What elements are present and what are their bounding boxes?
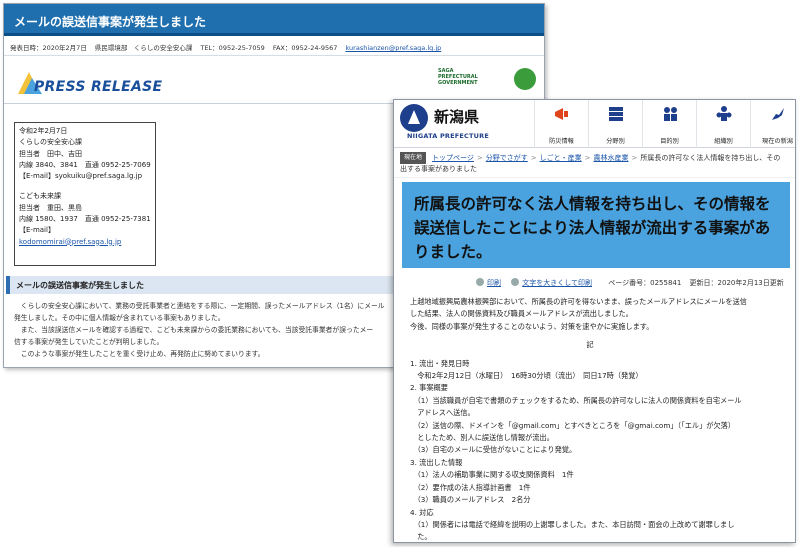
breadcrumb-top[interactable]: トップページ <box>432 154 474 162</box>
nav-item-now-niigata[interactable]: 現在の新潟 <box>750 100 795 148</box>
current-location-badge: 現在地 <box>400 152 427 164</box>
article-body: 上越地域振興局農林振興部において、所属長の許可を得ないまま、誤ったメールアドレス… <box>410 296 790 542</box>
nav-item-organization[interactable]: 組織別 <box>696 100 750 148</box>
niigata-logo-english: NIIGATA PREFECTURE <box>407 132 489 140</box>
list-line: アドレスへ送信。 <box>410 408 475 418</box>
article-title-line: りました。 <box>414 243 492 261</box>
contact-line: くらしの安全安心課 <box>19 138 82 147</box>
breadcrumb-work[interactable]: しごと・産業 <box>540 154 582 162</box>
ki-heading: 記 <box>586 340 594 350</box>
list-line: た。 <box>410 532 432 542</box>
map-icon <box>771 108 784 120</box>
contact-line: 内線 3840、3841 直通 0952-25-7069 <box>19 160 151 169</box>
print-link[interactable]: 印刷 <box>487 279 501 287</box>
niigata-logo-icon[interactable] <box>400 104 428 132</box>
contact-box: 令和2年2月7日 くらしの安全安心課 担当者 田中、吉田 内線 3840、384… <box>14 122 156 266</box>
breadcrumb: 現在地 トップページ > 分野でさがす > しごと・産業 > 農林水産業 > 所属長の許可なく法人… <box>394 148 795 178</box>
nav-item-disaster[interactable]: 防災情報 <box>534 100 588 148</box>
list-line: （2）要作成の法人指導計画書 1件 <box>410 482 531 492</box>
saga-release-email-link[interactable]: kurashianzen@pref.saga.lg.jp <box>345 44 441 52</box>
saga-release-dept: 県民環境部 くらしの安全安心課 <box>94 44 193 52</box>
megaphone-icon <box>554 108 568 120</box>
nav-label: 組織別 <box>714 138 733 145</box>
list-line: 令和2年2月12日（水曜日） 16時30分頃（流出） 同日17時（発覚） <box>410 371 643 381</box>
niigata-header: 新潟県 NIIGATA PREFECTURE 防災情報 分野別 目的別 組織別 … <box>394 100 795 148</box>
breadcrumb-separator: > <box>476 154 483 162</box>
niigata-article-window: 新潟県 NIIGATA PREFECTURE 防災情報 分野別 目的別 組織別 … <box>393 99 796 543</box>
nav-label: 現在の新潟 <box>762 138 793 145</box>
nav-label: 分野別 <box>606 138 625 145</box>
stack-icon <box>608 107 623 121</box>
saga-page-title: メールの誤送信事案が発生しました <box>4 4 544 36</box>
list-line: 2. 事案概要 <box>410 383 448 393</box>
global-nav: 防災情報 分野別 目的別 組織別 現在の新潟 <box>534 100 795 148</box>
article-tools: 印刷 文字を大きくして印刷 ページ番号：0255841 更新日：2020年2月1… <box>476 278 784 288</box>
updated-date: 更新日：2020年2月13日更新 <box>689 279 784 287</box>
niigata-logo-text[interactable]: 新潟県 <box>434 106 479 127</box>
nav-item-purpose[interactable]: 目的別 <box>642 100 696 148</box>
print-icon <box>476 278 484 286</box>
list-line: （3）職員のメールアドレス 2名分 <box>410 495 531 505</box>
article-title-line: 誤送信したことにより法人情報が流出する事案があ <box>414 219 771 237</box>
press-release-banner: PRESS RELEASE SAGA PREFECTURAL GOVERNMEN… <box>4 56 544 104</box>
breadcrumb-current-line1: 所属長の許可なく法人情報を持ち出し、その <box>640 154 781 162</box>
contact-line: 令和2年2月7日 <box>19 127 68 135</box>
nav-label: 防災情報 <box>549 138 574 145</box>
nav-item-category[interactable]: 分野別 <box>588 100 642 148</box>
large-print-link[interactable]: 文字を大きくして印刷 <box>522 279 592 287</box>
article-title-line: 所属長の許可なく法人情報を持ち出し、その情報を <box>414 195 771 213</box>
breadcrumb-separator: > <box>530 154 537 162</box>
nav-label: 目的別 <box>660 138 679 145</box>
org-icon <box>716 106 731 121</box>
list-line: としたため、別人に誤送信し情報が流出。 <box>410 433 554 443</box>
press-release-text: PRESS RELEASE <box>34 79 163 95</box>
list-line: （2）送信の際、ドメインを「@gmail.com」とすべきところを「@gmai.… <box>410 420 736 430</box>
content-line: した結果、法人の関係資料及び職員メールアドレスが流出しました。 <box>410 309 633 319</box>
article-title: 所属長の許可なく法人情報を持ち出し、その情報を 誤送信したことにより法人情報が流… <box>402 182 790 268</box>
saga-government-wordmark: SAGA PREFECTURAL GOVERNMENT <box>438 68 508 86</box>
breadcrumb-separator: > <box>631 154 638 162</box>
breadcrumb-current-line2: 出する事案がありました <box>400 165 477 173</box>
list-line: 4. 対応 <box>410 507 434 517</box>
breadcrumb-separator: > <box>584 154 591 162</box>
contact-line: こども未来課 <box>19 192 61 201</box>
contact-email-link[interactable]: kodomomirai@pref.saga.lg.jp <box>19 237 152 248</box>
page-number: ページ番号：0255841 <box>608 279 682 287</box>
list-line: （1）法人の補助事業に関する収支関係資料 1件 <box>410 470 574 480</box>
saga-release-fax: FAX：0952-24-9567 <box>272 44 338 52</box>
saga-release-meta: 発表日時：2020年2月7日 県民環境部 くらしの安全安心課 TEL：0952-… <box>4 36 544 56</box>
saga-release-date: 発表日時：2020年2月7日 <box>10 44 87 52</box>
large-print-icon <box>511 278 520 286</box>
contact-line: 【E-mail】 <box>19 226 55 235</box>
list-line: 3. 流出した情報 <box>410 457 463 467</box>
saga-government-logo-icon <box>514 68 536 90</box>
list-line: （3）自宅のメールに受信がないことにより発覚。 <box>410 445 577 455</box>
contact-gap <box>19 182 152 191</box>
saga-release-tel: TEL：0952-25-7059 <box>200 44 265 52</box>
list-line: 1. 流出・発見日時 <box>410 358 470 368</box>
list-line: （1）当該職員が自宅で書類のチェックをするため、所属長の許可なしに法人の関係資料… <box>410 395 742 405</box>
people-icon <box>663 107 677 121</box>
contact-line: 担当者 重田、黒島 <box>19 203 82 212</box>
contact-email-link[interactable]: 【E-mail】syokuiku@pref.saga.lg.jp <box>19 171 152 182</box>
contact-line: 内線 1580、1937 直通 0952-25-7381 <box>19 215 151 224</box>
breadcrumb-agriculture[interactable]: 農林水産業 <box>594 154 629 162</box>
contact-line: 担当者 田中、吉田 <box>19 149 82 158</box>
content-line: 上越地域振興局農林振興部において、所属長の許可を得ないまま、誤ったメールアドレス… <box>410 297 747 306</box>
list-line: （1）関係者には電話で経緯を説明の上謝罪しました。また、本日訪問・面会の上改めて… <box>410 519 735 529</box>
breadcrumb-category[interactable]: 分野でさがす <box>486 154 528 162</box>
content-line: 今後、同様の事案が発生することのないよう、対策を速やかに実施します。 <box>410 321 654 331</box>
gov-line: GOVERNMENT <box>438 80 478 86</box>
